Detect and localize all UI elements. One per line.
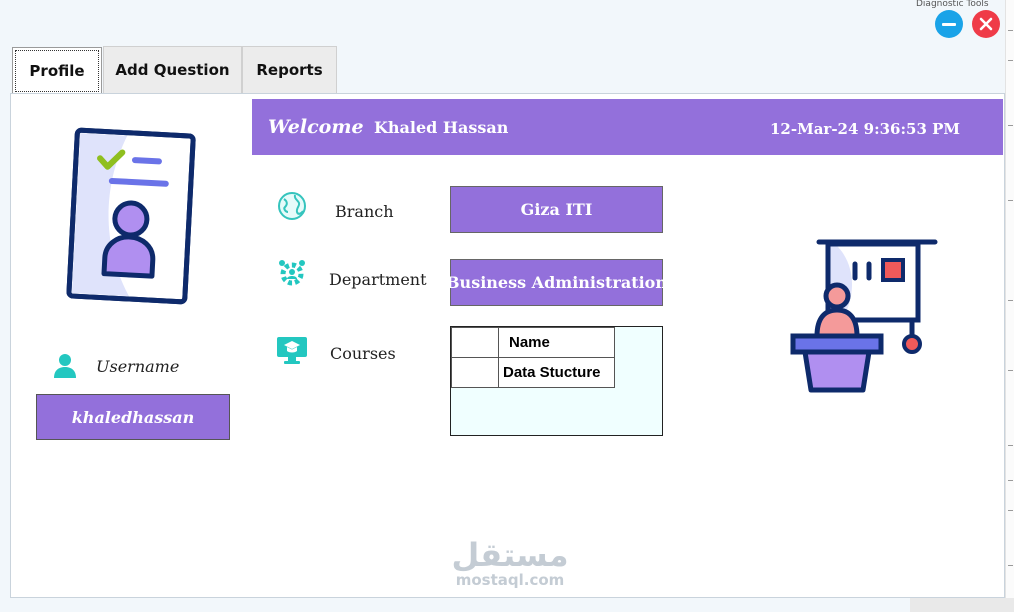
user-icon bbox=[54, 354, 76, 378]
minimize-button[interactable] bbox=[935, 10, 963, 38]
row-header-cell[interactable] bbox=[451, 357, 499, 388]
minimize-icon bbox=[942, 22, 956, 26]
monitor-graduation-icon bbox=[277, 337, 307, 364]
department-value: Business Administration bbox=[446, 259, 667, 306]
tab-add-question[interactable]: Add Question bbox=[103, 46, 242, 93]
table-row[interactable]: Data Stucture bbox=[451, 357, 615, 388]
watermark-latin: mostaql.com bbox=[455, 571, 565, 589]
background-window-edge bbox=[1005, 0, 1014, 612]
watermark-arabic: مستقل bbox=[451, 536, 569, 574]
id-card-icon bbox=[66, 127, 196, 305]
column-header-name[interactable]: Name bbox=[498, 327, 615, 358]
branch-value: Giza ITI bbox=[450, 186, 663, 233]
background-window-bottom bbox=[910, 598, 1014, 612]
close-button[interactable] bbox=[972, 10, 1000, 38]
courses-header-row: Name bbox=[451, 327, 615, 358]
department-label: Department bbox=[329, 270, 427, 289]
username-label: Username bbox=[96, 357, 180, 376]
username-value: khaledhassan bbox=[36, 394, 230, 440]
date-time: 12-Mar-24 9:36:53 PM bbox=[770, 120, 961, 138]
tab-profile[interactable]: Profile bbox=[12, 47, 102, 94]
courses-label: Courses bbox=[330, 344, 396, 363]
background-window-title: Diagnostic Tools bbox=[916, 0, 989, 8]
course-name-cell[interactable]: Data Stucture bbox=[498, 357, 615, 388]
profile-panel: Welcome Khaled Hassan 12-Mar-24 9:36:53 … bbox=[10, 93, 1005, 598]
presenter-icon bbox=[790, 239, 938, 393]
row-header-cell bbox=[451, 327, 499, 358]
close-icon bbox=[979, 17, 993, 31]
branch-label: Branch bbox=[335, 202, 394, 221]
tab-reports[interactable]: Reports bbox=[242, 46, 337, 93]
watermark: مستقل mostaql.com bbox=[440, 538, 580, 588]
globe-icon bbox=[278, 192, 306, 220]
gear-people-icon bbox=[279, 260, 305, 286]
welcome-label: Welcome bbox=[268, 116, 364, 138]
courses-grid[interactable]: Name Data Stucture bbox=[450, 326, 663, 436]
user-full-name: Khaled Hassan bbox=[374, 118, 509, 137]
courses-table: Name Data Stucture bbox=[451, 327, 615, 388]
welcome-header: Welcome Khaled Hassan 12-Mar-24 9:36:53 … bbox=[252, 99, 1003, 155]
